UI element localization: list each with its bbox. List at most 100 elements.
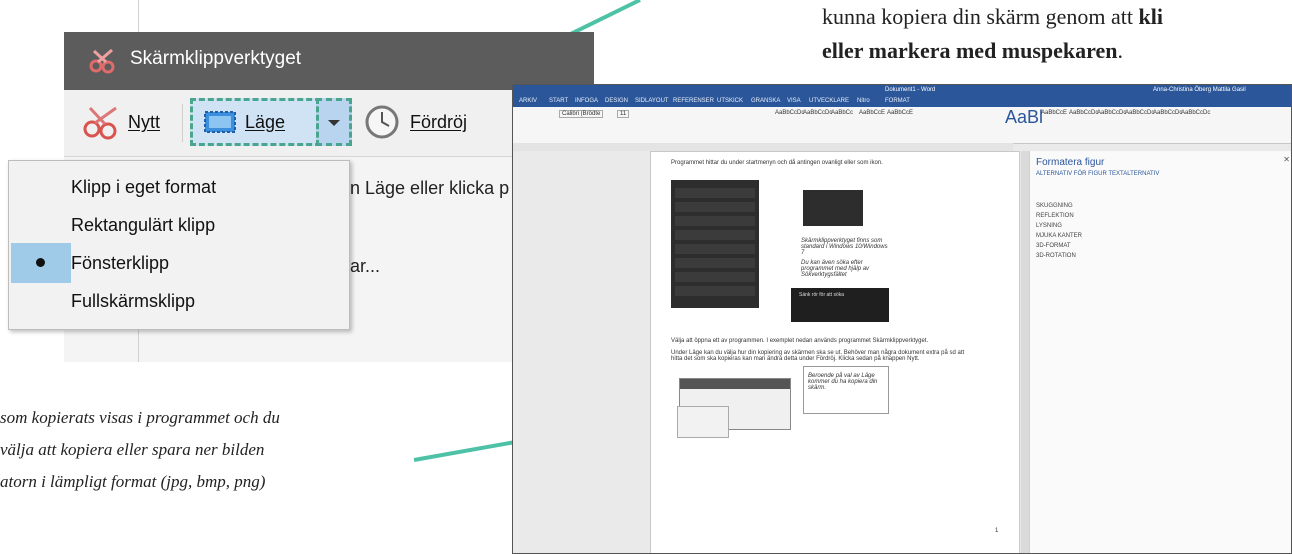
snipping-tool-titlebar: Skärmklippverktyget: [64, 32, 594, 90]
thumbnail-titlebar: [680, 379, 790, 389]
pane-item-3d-format[interactable]: 3D-FORMAT: [1036, 243, 1071, 249]
instruction-top-bold1: kli: [1138, 4, 1163, 29]
chevron-down-icon: [328, 120, 340, 126]
instruction-bottom-line2: välja att kopiera eller spara ner bilden: [0, 440, 265, 459]
word-titlebar: Dokument1 - Word Anna-Christina Öberg Ma…: [513, 85, 1291, 97]
style-1[interactable]: AaBbCcDc: [775, 110, 804, 116]
tab-visa[interactable]: VISA: [787, 98, 801, 104]
tab-granska[interactable]: GRANSKA: [751, 98, 780, 104]
menu-item-window[interactable]: Fönsterklipp: [71, 253, 169, 274]
delay-button[interactable]: Fördröj: [364, 98, 467, 146]
mode-menu-thumbnail: [677, 406, 729, 438]
divider: [138, 330, 139, 362]
new-button[interactable]: Nytt: [82, 98, 160, 146]
list-item: [675, 230, 755, 240]
tab-sidlayout[interactable]: SIDLAYOUT: [635, 98, 669, 104]
pane-title: Formatera figur: [1036, 157, 1105, 168]
tab-referenser[interactable]: REFERENSER: [673, 98, 714, 104]
page-text-1: Programmet hittar du under startmenyn oc…: [671, 160, 883, 166]
style-12[interactable]: AaBbCcDc: [1181, 110, 1210, 116]
style-title[interactable]: AaBl: [1005, 107, 1043, 128]
style-2[interactable]: AaBbCcDc: [803, 110, 832, 116]
mode-button-label: Läge: [245, 111, 286, 132]
style-8[interactable]: AaBbCcDc: [1069, 110, 1098, 116]
toolbar-separator: [182, 104, 183, 142]
page-number: 1: [995, 528, 999, 534]
list-item: [675, 272, 755, 282]
word-user: Anna-Christina Öberg Mattila Gasil: [1153, 87, 1246, 93]
instruction-top-bold2: eller markera med muspekaren: [822, 38, 1118, 63]
instruction-bottom-line1: som kopierats visas i programmet och du: [0, 408, 280, 427]
scissors-icon: [83, 106, 117, 140]
scissors-app-icon: [89, 48, 115, 74]
snipping-tool-title: Skärmklippverktyget: [130, 48, 302, 69]
tab-utvecklare[interactable]: UTVECKLARE: [809, 98, 849, 104]
tab-nitro[interactable]: Nitro: [857, 98, 870, 104]
format-shape-pane: Formatera figur ✕ ALTERNATIV FÖR FIGUR T…: [1029, 151, 1291, 553]
style-3[interactable]: AaBbCc: [831, 110, 853, 116]
font-size-select[interactable]: 11: [617, 110, 630, 118]
new-button-label: Nytt: [128, 111, 161, 132]
tab-design[interactable]: DESIGN: [605, 98, 628, 104]
instruction-bottom-line3: atorn i lämpligt format (jpg, bmp, png): [0, 472, 266, 491]
instruction-text-bottom: som kopierats visas i programmet och du …: [0, 402, 420, 498]
style-10[interactable]: AaBbCcDc: [1125, 110, 1154, 116]
pane-item-glow[interactable]: LYSNING: [1036, 223, 1062, 229]
tab-start[interactable]: START: [549, 98, 568, 104]
word-ribbon-tabs: ARKIV START INFOGA DESIGN SIDLAYOUT REFE…: [513, 97, 1291, 107]
page-text-3: Under Läge kan du välja hur din kopierin…: [671, 350, 965, 362]
list-item: [675, 188, 755, 198]
menu-item-rectangular[interactable]: Rektangulärt klipp: [71, 215, 215, 236]
list-item: [675, 216, 755, 226]
pane-item-3d-rotation[interactable]: 3D-ROTATION: [1036, 253, 1076, 259]
tab-arkiv[interactable]: ARKIV: [519, 98, 537, 104]
word-window: Dokument1 - Word Anna-Christina Öberg Ma…: [512, 84, 1292, 554]
page-note-3: Beroende på val av Läge kommer du ha kop…: [808, 373, 878, 391]
list-item: [675, 202, 755, 212]
instruction-text-top: kunna kopiera din skärm genom att kli el…: [822, 0, 1292, 68]
tile-screenshot: [803, 190, 863, 226]
vertical-scrollbar[interactable]: [1021, 151, 1029, 553]
word-ribbon: Calibri (Brödte 11 AaBbCcDc AaBbCcDc AaB…: [513, 107, 1291, 144]
close-icon[interactable]: ✕: [1283, 155, 1290, 164]
text-box[interactable]: Beroende på val av Läge kommer du ha kop…: [803, 366, 889, 414]
mode-dropdown-arrow[interactable]: [316, 98, 352, 146]
instruction-hint: n Läge eller klicka p: [350, 178, 510, 198]
style-11[interactable]: AaBbCcDc: [1153, 110, 1182, 116]
delay-button-label: Fördröj: [410, 111, 468, 132]
radio-dot-icon: [36, 258, 45, 267]
pane-tabs[interactable]: ALTERNATIV FÖR FIGUR TEXTALTERNATIV: [1036, 171, 1159, 177]
instruction-top-line1: kunna kopiera din skärm genom att: [822, 4, 1139, 29]
pane-item-reflection[interactable]: REFLEKTION: [1036, 213, 1074, 219]
tab-utskick[interactable]: UTSKICK: [717, 98, 743, 104]
search-text: Sänk rör för att söka: [799, 292, 845, 298]
list-item: [675, 258, 755, 268]
mode-button[interactable]: Läge: [190, 98, 330, 146]
menu-item-fullscreen[interactable]: Fullskärmsklipp: [71, 291, 195, 312]
style-4[interactable]: AaBbCcE: [859, 110, 885, 116]
mode-menu: Klipp i eget format Rektangulärt klipp F…: [8, 160, 350, 330]
page-note-2: Du kan även söka efter programmet med hj…: [801, 260, 870, 278]
list-item: [675, 286, 755, 296]
pane-item-soft-edges[interactable]: MJUKA KANTER: [1036, 233, 1082, 239]
instruction-top-end: .: [1117, 38, 1124, 63]
style-9[interactable]: AaBbCcDc: [1097, 110, 1126, 116]
clock-icon: [365, 105, 399, 139]
font-select[interactable]: Calibri (Brödte: [559, 110, 604, 118]
document-page: Programmet hittar du under startmenyn oc…: [650, 151, 1020, 553]
taskbar-screenshot: Sänk rör för att söka: [791, 288, 889, 322]
instruction-hint-2: ar...: [350, 256, 381, 276]
rectangle-snip-icon: [204, 111, 236, 133]
start-menu-screenshot: [671, 180, 759, 308]
tab-format[interactable]: FORMAT: [885, 98, 910, 104]
style-5[interactable]: AaBbCcE: [887, 110, 913, 116]
pane-item-shadow[interactable]: SKUGGNING: [1036, 203, 1073, 209]
word-title: Dokument1 - Word: [885, 87, 936, 93]
tab-infoga[interactable]: INFOGA: [575, 98, 598, 104]
page-text-2: Välja att öppna ett av programmen. I exe…: [671, 338, 929, 344]
ruler: [513, 143, 1013, 151]
style-7[interactable]: AaBbCcE: [1041, 110, 1067, 116]
page-note-1: Skärmklippverktyget finns som standard i…: [801, 238, 888, 256]
menu-item-free-form[interactable]: Klipp i eget format: [71, 177, 216, 198]
list-item: [675, 244, 755, 254]
